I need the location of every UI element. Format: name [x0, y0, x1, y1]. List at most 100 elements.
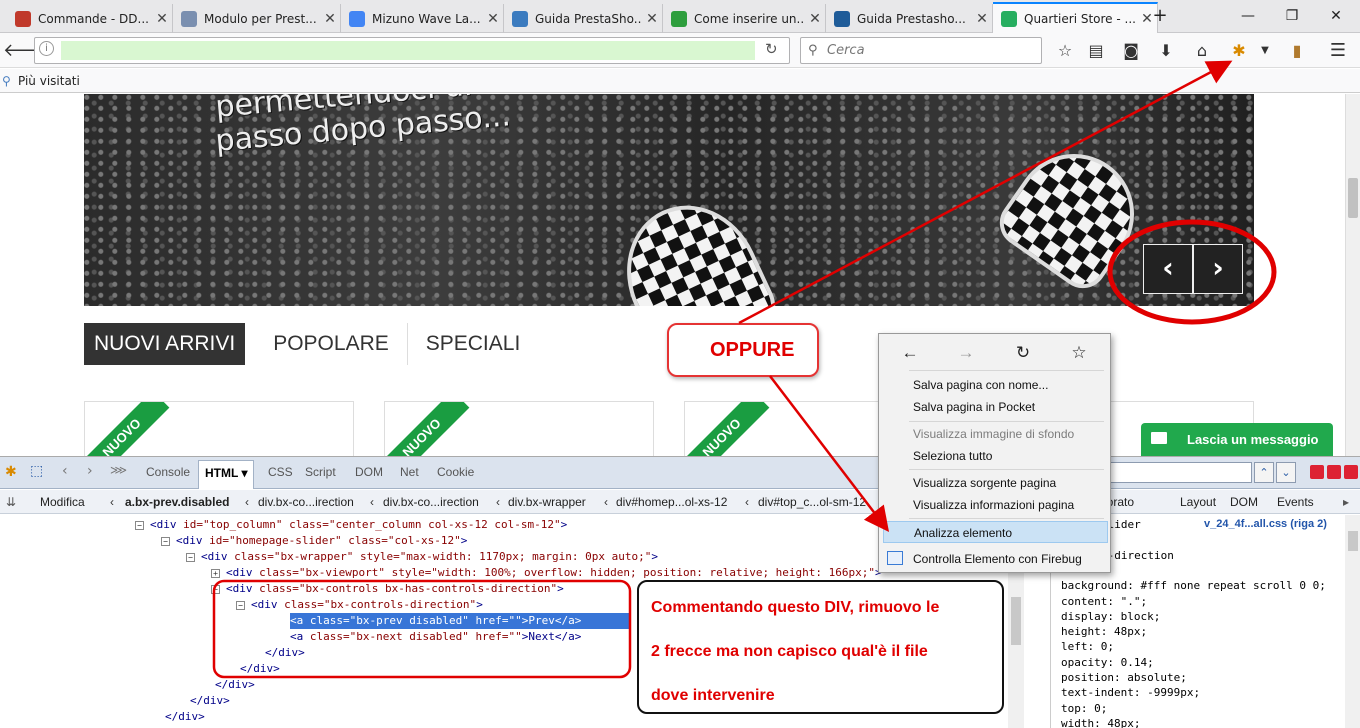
back-arrow-icon[interactable]: ‹: [62, 463, 68, 479]
scrollbar-thumb[interactable]: [1348, 531, 1358, 551]
html-tree-node[interactable]: </div>: [215, 677, 255, 693]
url-bar[interactable]: i ↻: [34, 37, 790, 64]
browser-tab[interactable]: Commande - DD... ✕: [7, 4, 173, 33]
reload-icon[interactable]: ↻: [765, 40, 778, 58]
slider-prev-button[interactable]: ‹: [1143, 244, 1193, 294]
close-tab-icon[interactable]: ✕: [805, 11, 825, 27]
search-input[interactable]: ⚲ Cerca: [800, 37, 1042, 64]
forward-arrow-icon[interactable]: ›: [87, 463, 93, 479]
menu-icon[interactable]: ☰: [1325, 39, 1351, 63]
slider-next-button[interactable]: ›: [1193, 244, 1243, 294]
bookmark-folder-icon[interactable]: ▮: [1284, 39, 1310, 63]
html-tree-node[interactable]: − <div class="bx-wrapper" style="max-widt…: [186, 549, 658, 565]
tab-specials[interactable]: SPECIALI: [408, 323, 539, 365]
side-tabs-more-icon[interactable]: ▸: [1343, 490, 1349, 514]
scrollbar-thumb[interactable]: [1348, 178, 1358, 218]
menu-reload-icon[interactable]: ↻: [1010, 342, 1036, 364]
browser-tab[interactable]: Come inserire un... ✕: [663, 4, 826, 33]
crumb-menu-icon[interactable]: ⇊: [6, 490, 16, 513]
detach-firebug-icon[interactable]: [1327, 465, 1341, 479]
pocket-icon[interactable]: ◙: [1118, 39, 1144, 63]
collapse-icon[interactable]: −: [236, 600, 245, 610]
menu-item-firebug-inspect[interactable]: Controlla Elemento con Firebug: [883, 548, 1108, 570]
menu-item-save-pocket[interactable]: Salva pagina in Pocket: [883, 396, 1108, 418]
reading-list-icon[interactable]: ▤: [1083, 39, 1109, 63]
close-window-button[interactable]: ✕: [1314, 4, 1358, 28]
collapse-icon[interactable]: −: [135, 520, 144, 530]
close-tab-icon[interactable]: ✕: [320, 11, 340, 27]
command-line-icon[interactable]: ⋙: [110, 463, 127, 477]
html-tree-node[interactable]: <a class="bx-next disabled" href="">Next…: [290, 629, 581, 645]
inspect-icon[interactable]: ⬚: [30, 463, 43, 479]
html-tree-node[interactable]: − <div id="top_column" class="center_colu…: [135, 517, 567, 533]
close-tab-icon[interactable]: ✕: [972, 11, 992, 27]
firebug-tab[interactable]: Cookie: [437, 465, 474, 479]
firebug-tab[interactable]: HTML ▾: [198, 460, 255, 489]
minimize-firebug-icon[interactable]: [1310, 465, 1324, 479]
search-down-button[interactable]: ⌄: [1276, 462, 1296, 483]
collapse-icon[interactable]: −: [186, 552, 195, 562]
browser-tab[interactable]: Modulo per Prest... ✕: [173, 4, 341, 33]
chat-message-button[interactable]: Lascia un messaggio: [1141, 423, 1333, 456]
html-tree-node[interactable]: + <div class="bx-viewport" style="width: …: [211, 565, 882, 581]
firebug-tab[interactable]: Script: [305, 465, 336, 479]
search-up-button[interactable]: ⌃: [1254, 462, 1274, 483]
html-tree-node[interactable]: </div>: [165, 709, 205, 725]
maximize-button[interactable]: ❐: [1270, 4, 1314, 28]
side-tab[interactable]: DOM: [1230, 490, 1258, 514]
browser-tab[interactable]: Guida PrestaSho... ✕: [504, 4, 663, 33]
firebug-tab[interactable]: CSS: [268, 465, 293, 479]
css-scrollbar[interactable]: [1345, 515, 1360, 728]
product-card[interactable]: NUOVO: [84, 401, 354, 456]
html-tree-node[interactable]: − <div class="bx-controls bx-has-controls…: [211, 581, 564, 597]
close-firebug-icon[interactable]: [1344, 465, 1358, 479]
crumb-item[interactable]: div#homep...ol-xs-12: [616, 490, 727, 513]
html-tree-node[interactable]: </div>: [190, 693, 230, 709]
back-icon[interactable]: 🡐: [3, 39, 51, 63]
chevron-down-icon[interactable]: ▼: [1252, 39, 1278, 63]
browser-tab[interactable]: Guida Prestasho... ✕: [826, 4, 993, 33]
download-icon[interactable]: ⬇: [1153, 39, 1179, 63]
side-tab[interactable]: Layout: [1180, 490, 1216, 514]
html-tree-node[interactable]: <a class="bx-prev disabled" href="">Prev…: [290, 613, 630, 629]
firebug-tab[interactable]: Console: [146, 465, 190, 479]
html-tree-node[interactable]: − <div id="homepage-slider" class="col-xs…: [161, 533, 467, 549]
crumb-item[interactable]: div.bx-wrapper: [508, 490, 586, 513]
page-scrollbar[interactable]: [1345, 94, 1360, 456]
menu-back-icon[interactable]: ←: [897, 342, 923, 364]
collapse-icon[interactable]: −: [161, 536, 170, 546]
css-source-link[interactable]: v_24_4f...all.css (riga 2): [1204, 518, 1327, 530]
menu-item-view-source[interactable]: Visualizza sorgente pagina: [883, 472, 1108, 494]
expand-icon[interactable]: +: [211, 568, 220, 578]
url-field[interactable]: [61, 41, 755, 60]
crumb-item[interactable]: div.bx-co...irection: [258, 490, 354, 513]
menu-item-view-background[interactable]: Visualizza immagine di sfondo: [883, 423, 1108, 445]
menu-item-save-page[interactable]: Salva pagina con nome...: [883, 374, 1108, 396]
menu-item-inspect-element[interactable]: Analizza elemento: [883, 521, 1108, 543]
browser-tab[interactable]: Mizuno Wave La... ✕: [341, 4, 504, 33]
scrollbar-thumb[interactable]: [1011, 597, 1021, 645]
new-tab-button[interactable]: +: [1138, 4, 1182, 28]
firebug-icon[interactable]: ✱: [5, 464, 17, 480]
bookmark-star-icon[interactable]: ☆: [1052, 39, 1078, 63]
tab-popular[interactable]: POPOLARE: [255, 323, 408, 365]
home-icon[interactable]: ⌂: [1189, 39, 1215, 63]
info-icon[interactable]: i: [39, 41, 54, 56]
crumb-item[interactable]: div#top_c...ol-sm-12: [758, 490, 866, 513]
firebug-tab[interactable]: DOM: [355, 465, 383, 479]
tab-new-arrivals[interactable]: NUOVI ARRIVI: [84, 323, 246, 365]
collapse-icon[interactable]: −: [211, 584, 220, 594]
menu-item-page-info[interactable]: Visualizza informazioni pagina: [883, 494, 1108, 516]
menu-item-select-all[interactable]: Seleziona tutto: [883, 445, 1108, 467]
product-card[interactable]: NUOVO: [384, 401, 654, 456]
crumb-item[interactable]: div.bx-co...irection: [383, 490, 479, 513]
crumb-item[interactable]: a.bx-prev.disabled: [125, 490, 229, 513]
close-tab-icon[interactable]: ✕: [483, 11, 503, 27]
html-tree-node[interactable]: </div>: [240, 661, 280, 677]
side-tab[interactable]: Events: [1277, 490, 1314, 514]
minimize-button[interactable]: —: [1226, 4, 1270, 28]
html-tree-node[interactable]: − <div class="bx-controls-direction">: [236, 597, 483, 613]
close-tab-icon[interactable]: ✕: [152, 11, 172, 27]
html-tree-node[interactable]: </div>: [265, 645, 305, 661]
firebug-tab[interactable]: Net: [400, 465, 419, 479]
